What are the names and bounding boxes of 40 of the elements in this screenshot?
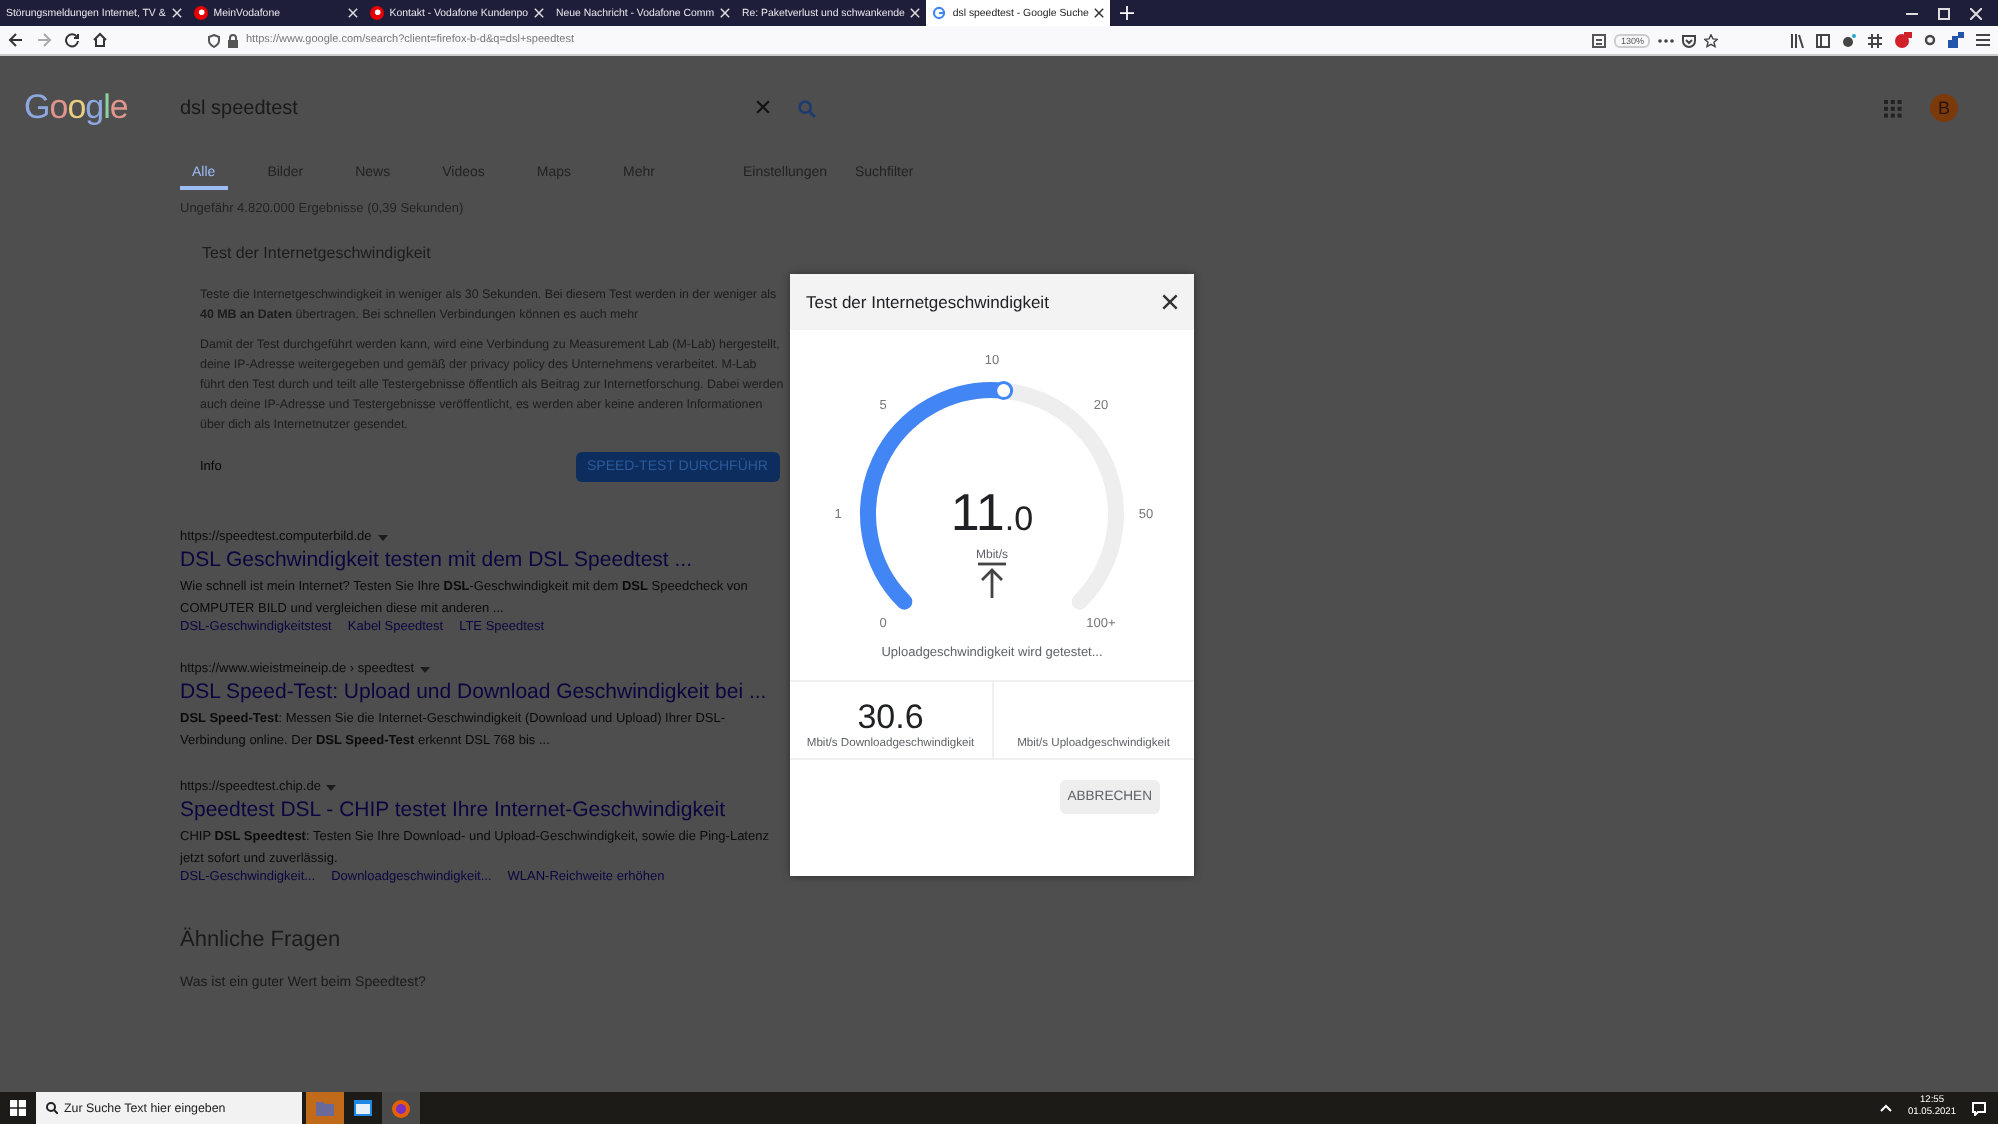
folder-icon [316, 1101, 334, 1115]
reload-icon[interactable] [64, 32, 80, 48]
result-title[interactable]: DSL Speed-Test: Upload und Download Geschwindigkeit bei ... [180, 680, 780, 704]
close-tab-icon[interactable] [1094, 8, 1105, 18]
new-tab-icon[interactable] [1120, 6, 1135, 20]
dialog-title: Test der Internetgeschwindigkeit [806, 292, 1049, 312]
google-favicon-icon [932, 6, 947, 20]
chevron-up-icon[interactable] [1879, 1104, 1892, 1112]
browser-icon [392, 1099, 410, 1117]
menu-icon[interactable] [1976, 34, 1990, 46]
upload-arrow-icon [978, 562, 1006, 598]
reader-view-icon[interactable] [1592, 33, 1607, 47]
grid-icon[interactable] [1868, 33, 1882, 47]
window-icon [354, 1100, 372, 1116]
pocket-icon[interactable] [1682, 33, 1696, 47]
library-icon[interactable] [1790, 33, 1804, 47]
account-avatar[interactable]: B [1930, 94, 1958, 122]
sidebar-icon[interactable] [1816, 33, 1830, 47]
more-icon[interactable] [1658, 37, 1674, 43]
windows-start-icon[interactable] [10, 1100, 26, 1116]
puzzle-icon[interactable] [1948, 32, 1964, 48]
shield-icon[interactable] [208, 33, 220, 47]
back-icon[interactable] [8, 32, 24, 48]
maximize-icon[interactable] [1938, 7, 1950, 19]
search-icon [46, 1102, 58, 1114]
result-title[interactable]: DSL Geschwindigkeit testen mit dem DSL Speedtest ... [180, 548, 780, 572]
minimize-icon[interactable] [1906, 7, 1918, 19]
lock-icon [228, 33, 238, 47]
vodafone-favicon-icon [369, 6, 384, 20]
extension-badge-icon[interactable] [1894, 32, 1912, 48]
extension-icon[interactable] [1842, 33, 1856, 47]
notification-icon[interactable] [1972, 1101, 1986, 1115]
vodafone-favicon-icon [193, 6, 208, 20]
close-icon[interactable] [1162, 294, 1178, 310]
home-icon[interactable] [92, 32, 108, 48]
result-title[interactable]: Speedtest DSL - CHIP testet Ihre Internet-Geschwindigkeit [180, 798, 780, 822]
speed-value: 11.0 [950, 482, 1034, 542]
stat-value: 30.6 [857, 700, 924, 734]
google-logo[interactable]: Google [24, 88, 180, 128]
star-icon[interactable] [1704, 33, 1718, 47]
